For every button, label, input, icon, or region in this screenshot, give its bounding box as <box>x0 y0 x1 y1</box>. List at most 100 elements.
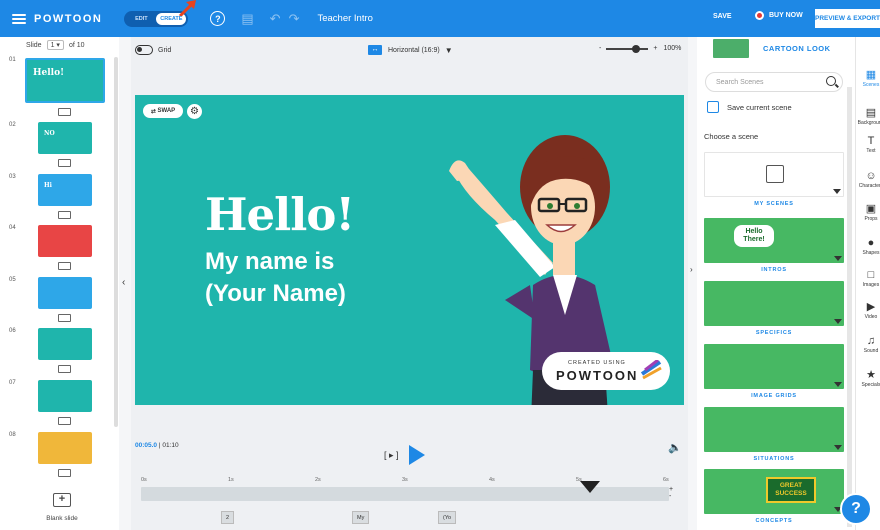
expand-icon[interactable] <box>833 189 841 194</box>
transition-icon[interactable] <box>58 211 71 219</box>
scene-category-situations[interactable]: SITUATIONS <box>704 407 844 462</box>
transition-icon[interactable] <box>58 469 71 477</box>
timeline-zoom[interactable]: + - <box>669 486 673 500</box>
tool-scenes[interactable]: ▦ Scenes <box>856 69 880 88</box>
orientation-dropdown[interactable]: ↔ Horizontal (16:9) ▼ <box>368 45 453 55</box>
slide-preview[interactable] <box>38 432 92 464</box>
scene-category-specifics[interactable]: SPECIFICS <box>704 281 844 336</box>
play-scene-button[interactable]: [ ▸ ] <box>384 450 399 461</box>
buy-now-icon <box>755 11 764 20</box>
shapes-icon: ● <box>867 237 875 249</box>
zoom-slider-handle[interactable] <box>632 44 641 53</box>
search-icon[interactable] <box>826 76 836 86</box>
save-button[interactable]: SAVE <box>713 13 732 20</box>
slide-thumbnail-01[interactable]: 01 Hello! <box>0 57 114 117</box>
zoom-slider[interactable] <box>606 44 649 53</box>
scene-category-concepts[interactable]: GREAT SUCCESS CONCEPTS <box>704 469 844 524</box>
timeline-object-label[interactable]: (Yo <box>438 511 457 524</box>
library-scrollbar[interactable] <box>847 87 852 527</box>
slide-preview[interactable] <box>38 328 92 360</box>
expand-icon[interactable] <box>834 319 842 324</box>
slide-preview-text: Hello! <box>33 68 65 78</box>
created-using-badge[interactable]: CREATED USING POWTOON <box>542 352 670 390</box>
transition-icon[interactable] <box>58 262 71 270</box>
tool-text[interactable]: T Text <box>856 135 880 154</box>
slide-thumbnail-06[interactable]: 06 <box>0 328 114 388</box>
tool-video[interactable]: ▶ Video <box>856 301 880 320</box>
tool-characters[interactable]: ☺Characters <box>856 170 880 189</box>
slide-stage[interactable]: ⇄ SWAP ⚙ Hello! My name is (Your Name) C… <box>135 95 684 405</box>
save-current-scene-button[interactable]: Save current scene <box>707 101 792 113</box>
timeline-object-label[interactable]: 2 <box>221 511 235 524</box>
tool-label: Background <box>857 120 880 126</box>
notes-icon[interactable]: ▤ <box>241 11 253 27</box>
transition-icon[interactable] <box>58 159 71 167</box>
hello-heading[interactable]: Hello! <box>205 188 355 241</box>
category-preview[interactable] <box>704 344 844 389</box>
scene-category-intros[interactable]: Hello There! INTROS <box>704 218 844 273</box>
tool-label: Scenes <box>862 82 880 88</box>
collapse-slides-button[interactable]: ‹ <box>119 37 131 530</box>
slide-preview[interactable] <box>38 380 92 412</box>
category-label: INTROS <box>761 267 787 273</box>
expand-icon[interactable] <box>834 382 842 387</box>
name-text[interactable]: My name is (Your Name) <box>205 246 346 310</box>
tool-shapes[interactable]: ● Shapes <box>856 237 880 256</box>
help-icon[interactable]: ? <box>210 11 226 26</box>
document-title[interactable]: Teacher Intro <box>317 13 372 24</box>
slide-thumbnail-08[interactable]: 08 <box>0 432 114 492</box>
slide-select[interactable]: 1 ▾ <box>46 40 64 50</box>
preview-export-button[interactable]: PREVIEW & EXPORT <box>815 9 880 28</box>
slide-preview[interactable]: NO <box>38 122 92 154</box>
tool-props[interactable]: ▣ Props <box>856 203 880 222</box>
slides-scrollbar[interactable] <box>114 57 118 427</box>
category-preview[interactable] <box>704 152 844 197</box>
time-display: 00:05.0 | 01:10 <box>135 442 179 449</box>
grid-toggle[interactable]: Grid <box>135 45 171 55</box>
buy-now-button[interactable]: BUY NOW <box>755 11 803 20</box>
tool-specials[interactable]: ★ Specials <box>856 369 880 388</box>
transition-icon[interactable] <box>58 108 71 116</box>
category-preview[interactable] <box>704 407 844 452</box>
gear-icon[interactable]: ⚙ <box>187 104 202 119</box>
category-preview[interactable] <box>704 281 844 326</box>
slide-thumbnail-02[interactable]: 02 NO <box>0 122 114 182</box>
slide-preview[interactable] <box>38 225 92 257</box>
scene-category-my-scenes[interactable]: MY SCENES <box>704 152 844 207</box>
slide-preview[interactable]: Hi <box>38 174 92 206</box>
menu-icon[interactable] <box>12 13 26 24</box>
swap-button[interactable]: ⇄ SWAP <box>143 104 183 118</box>
chevron-right-icon: › <box>690 265 693 274</box>
slide-thumbnail-07[interactable]: 07 <box>0 380 114 440</box>
powtoon-logo: POWTOON <box>34 12 103 25</box>
scene-category-image-grids[interactable]: IMAGE GRIDS <box>704 344 844 399</box>
buy-now-label: BUY NOW <box>769 12 803 19</box>
undo-icon[interactable]: ↶ <box>270 11 281 27</box>
transition-icon[interactable] <box>58 314 71 322</box>
layout-icon <box>766 165 784 183</box>
slide-thumbnail-04[interactable]: 04 <box>0 225 114 285</box>
tool-sound[interactable]: ♫ Sound <box>856 335 880 354</box>
volume-icon[interactable]: 🔈 <box>668 441 682 454</box>
category-preview[interactable]: Hello There! <box>704 218 844 263</box>
transition-icon[interactable] <box>58 365 71 373</box>
play-icon[interactable] <box>408 445 425 465</box>
tool-background[interactable]: ▤Background <box>856 107 880 126</box>
tool-images[interactable]: □ Images <box>856 269 880 288</box>
help-chat-button[interactable]: ? <box>840 493 872 525</box>
timeline-object-label[interactable]: My <box>352 511 370 524</box>
search-scenes-input[interactable]: Search Scenes <box>705 72 843 92</box>
redo-icon[interactable]: ↷ <box>289 11 300 27</box>
slide-preview[interactable] <box>38 277 92 309</box>
blank-slide-button[interactable]: + Blank slide <box>42 493 82 522</box>
playhead-marker[interactable] <box>579 481 600 493</box>
expand-icon[interactable] <box>834 256 842 261</box>
look-selector[interactable]: CARTOON LOOK ▼ <box>697 37 880 59</box>
transition-icon[interactable] <box>58 417 71 425</box>
category-preview[interactable]: GREAT SUCCESS <box>704 469 844 514</box>
expand-icon[interactable] <box>834 445 842 450</box>
zoom-in-button[interactable]: + <box>653 45 657 52</box>
slide-preview[interactable]: Hello! <box>25 58 105 103</box>
zoom-out-button[interactable]: - <box>599 45 601 52</box>
edit-mode-option[interactable]: EDIT <box>126 16 156 22</box>
